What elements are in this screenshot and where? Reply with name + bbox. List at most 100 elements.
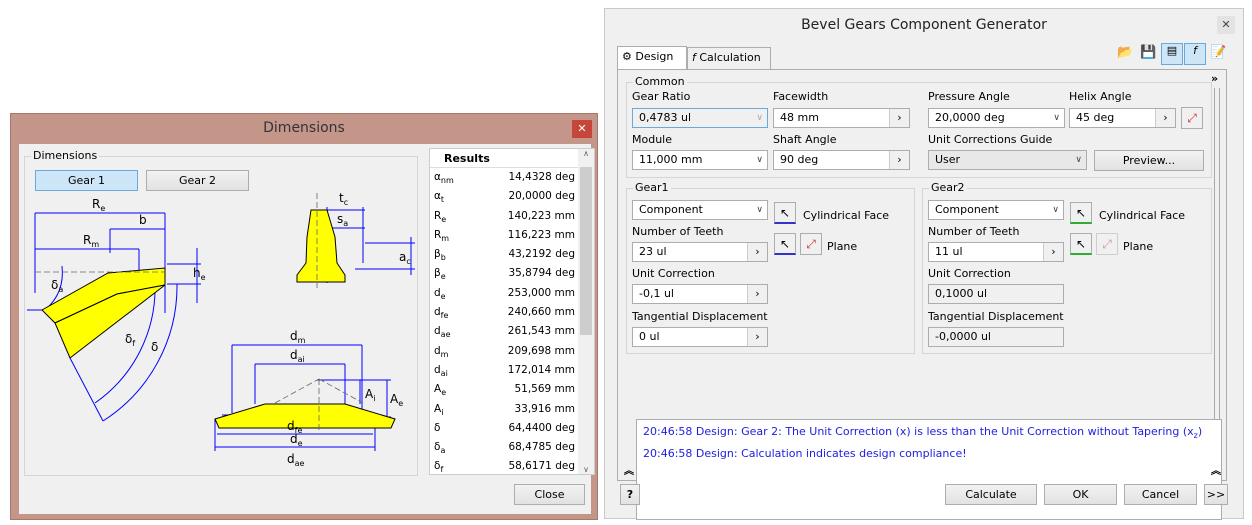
group-label: Common: [633, 75, 687, 88]
tab-design[interactable]: ⚙ Design: [617, 46, 687, 70]
chevron-down-icon: ∨: [756, 155, 763, 165]
teeth-input[interactable]: 11 ul ›: [928, 242, 1064, 262]
close-button[interactable]: Close: [514, 484, 585, 505]
result-row: dm 209,698 mm: [430, 342, 580, 361]
result-row: αnm 14,4328 deg: [430, 168, 580, 187]
dimensions-window: Dimensions ✕ Dimensions Gear 1 Gear 2 Re…: [10, 113, 598, 520]
result-symbol: de: [434, 286, 446, 301]
help-button[interactable]: ?: [620, 484, 640, 505]
open-folder-icon[interactable]: 📂: [1117, 45, 1133, 60]
facewidth-input[interactable]: 48 mm ›: [773, 108, 910, 128]
label-b: b: [139, 213, 147, 227]
result-row: Ai 33,916 mm: [430, 400, 580, 419]
tangential-displacement-label: Tangential Displacement: [928, 310, 1064, 323]
result-symbol: Ai: [434, 402, 444, 417]
scroll-down-icon[interactable]: ∨: [578, 465, 594, 474]
gear2-button[interactable]: Gear 2: [146, 170, 249, 191]
function-icon[interactable]: f: [1184, 43, 1206, 65]
select-plane-icon[interactable]: ↖: [1070, 233, 1092, 255]
value: 0 ul: [639, 330, 660, 343]
result-value: 116,223 mm: [507, 228, 575, 241]
value: -0,0000 ul: [935, 330, 991, 343]
result-symbol: dae: [434, 325, 451, 340]
result-row: Re 140,223 mm: [430, 207, 580, 226]
gear1-group: Gear1 Component ∨ ↖ Cylindrical Face Numb…: [626, 181, 915, 354]
result-row: dfe 240,660 mm: [430, 303, 580, 322]
collapse-up-icon[interactable]: ︽: [624, 462, 634, 477]
chevron-right-icon[interactable]: ›: [747, 243, 767, 261]
select-plane-icon[interactable]: ↖: [774, 233, 796, 255]
value: 11 ul: [935, 245, 963, 258]
unit-correction-label: Unit Correction: [928, 267, 1011, 280]
result-symbol: δa: [434, 441, 446, 456]
gear-ratio-select[interactable]: 0,4783 ul ∨: [632, 108, 768, 128]
label-he: he: [193, 266, 206, 282]
chevron-down-icon: ∨: [756, 205, 763, 215]
result-row: de 253,000 mm: [430, 284, 580, 303]
window-title: Bevel Gears Component Generator: [801, 17, 1047, 33]
scroll-up-icon[interactable]: ∧: [578, 149, 594, 158]
label-ai: Ai: [365, 387, 375, 403]
cancel-button[interactable]: Cancel: [1124, 484, 1197, 505]
properties-icon[interactable]: ▤: [1161, 43, 1183, 65]
result-value: 140,223 mm: [507, 209, 575, 222]
unit-corrections-guide-select[interactable]: User ∨: [928, 150, 1087, 170]
value: -0,1 ul: [639, 287, 674, 300]
chevron-down-icon: ∨: [1053, 113, 1060, 123]
select-cylindrical-face-icon[interactable]: ↖: [1070, 202, 1092, 224]
component-type-select[interactable]: Component ∨: [632, 200, 768, 220]
label-dae: dae: [287, 452, 305, 468]
flip-direction-icon[interactable]: ⤢: [1096, 233, 1118, 255]
component-type-select[interactable]: Component ∨: [928, 200, 1064, 220]
gear1-button[interactable]: Gear 1: [35, 170, 138, 191]
flip-direction-icon[interactable]: ⤢: [1181, 107, 1203, 129]
pressure-angle-select[interactable]: 20,0000 deg ∨: [928, 108, 1065, 128]
chevron-right-icon[interactable]: ›: [889, 151, 909, 169]
label-rm: Rm: [83, 233, 99, 249]
label-re: Re: [92, 197, 105, 213]
pressure-angle-label: Pressure Angle: [928, 90, 1010, 103]
tab-label: Design: [635, 50, 674, 63]
result-row: αt 20,0000 deg: [430, 187, 580, 206]
chevron-right-icon[interactable]: ›: [1155, 109, 1175, 127]
tangential-displacement-input[interactable]: 0 ul ›: [632, 327, 768, 347]
close-icon[interactable]: ✕: [1217, 16, 1235, 34]
result-value: 33,916 mm: [514, 402, 575, 415]
panel-splitter[interactable]: [1214, 88, 1220, 460]
collapse-up-icon[interactable]: ︽: [1211, 462, 1221, 477]
flip-direction-icon[interactable]: ⤢: [800, 233, 822, 255]
results-scrollbar[interactable]: ∧ ∨: [578, 149, 594, 474]
save-icon[interactable]: 💾: [1140, 45, 1156, 60]
result-symbol: βe: [434, 267, 446, 282]
chevron-right-icon[interactable]: ›: [747, 285, 767, 303]
shaft-angle-input[interactable]: 90 deg ›: [773, 150, 910, 170]
more-button[interactable]: >>: [1204, 484, 1228, 505]
design-panel: » Common Gear Ratio 0,4783 ul ∨ Facewidth…: [617, 69, 1227, 520]
tab-calculation[interactable]: f Calculation: [687, 47, 771, 69]
ok-button[interactable]: OK: [1044, 484, 1117, 505]
select-cylindrical-face-icon[interactable]: ↖: [774, 202, 796, 224]
notes-icon[interactable]: 📝: [1210, 45, 1226, 60]
scroll-thumb[interactable]: [580, 167, 592, 335]
value: 48 mm: [780, 111, 819, 124]
label-dm: dm: [290, 329, 306, 345]
teeth-input[interactable]: 23 ul ›: [632, 242, 768, 262]
chevron-right-icon[interactable]: ›: [747, 328, 767, 346]
unit-correction-input[interactable]: -0,1 ul ›: [632, 284, 768, 304]
result-symbol: dai: [434, 363, 448, 379]
chevron-right-icon[interactable]: ›: [1043, 243, 1063, 261]
calculate-button[interactable]: Calculate: [945, 484, 1037, 505]
helix-angle-input[interactable]: 45 deg ›: [1069, 108, 1176, 128]
value: 45 deg: [1076, 111, 1115, 124]
module-label: Module: [632, 133, 672, 146]
preview-button[interactable]: Preview...: [1094, 150, 1204, 171]
close-icon[interactable]: ✕: [572, 120, 592, 138]
chevron-right-icon[interactable]: ›: [889, 109, 909, 127]
result-symbol: δ: [434, 421, 441, 434]
expand-right-icon[interactable]: »: [1211, 72, 1218, 85]
module-select[interactable]: 11,000 mm ∨: [632, 150, 768, 170]
plane-label: Plane: [1123, 240, 1154, 253]
result-value: 14,4328 deg: [508, 171, 575, 183]
value: User: [935, 153, 961, 166]
unit-correction-label: Unit Correction: [632, 267, 715, 280]
